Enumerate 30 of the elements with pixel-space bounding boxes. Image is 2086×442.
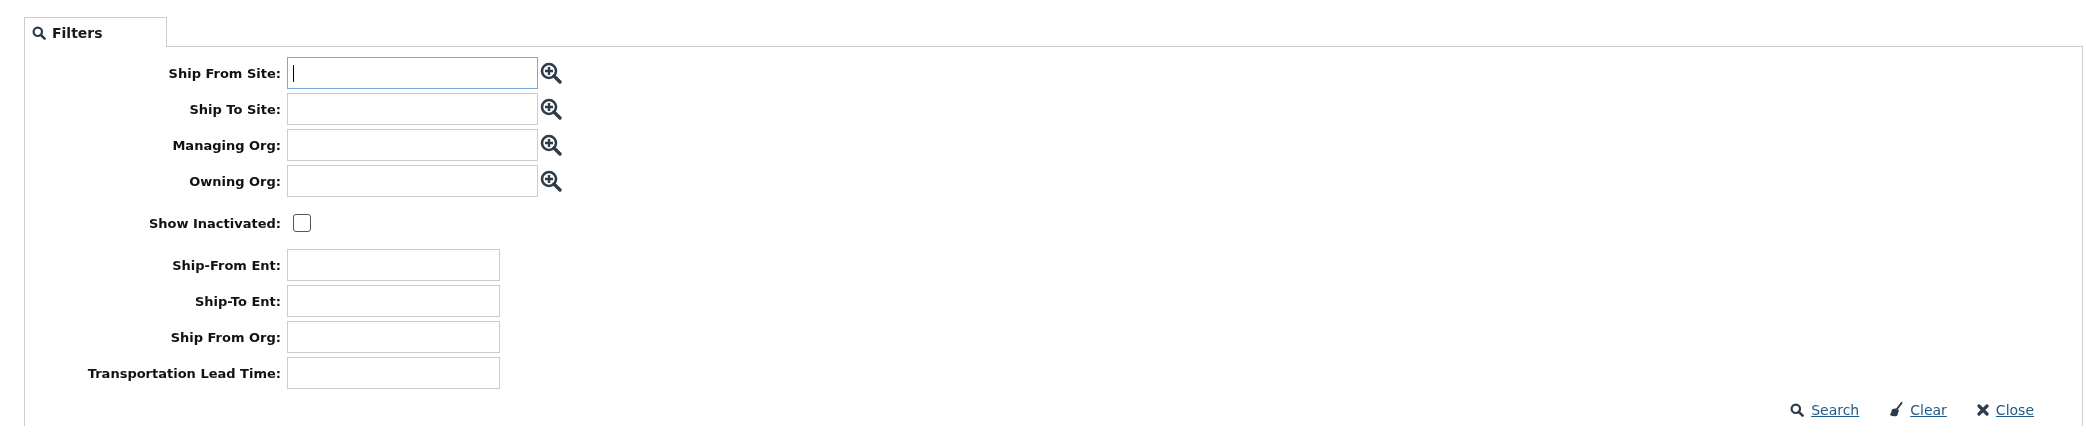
field-label: Ship From Site:: [167, 65, 282, 81]
zoom-in-icon[interactable]: [540, 134, 562, 156]
field-label: Ship To Site:: [188, 101, 282, 117]
field-label: Transportation Lead Time:: [86, 365, 282, 381]
field-label: Show Inactivated:: [147, 215, 282, 231]
input-field[interactable]: [287, 93, 538, 125]
input-field[interactable]: [287, 285, 500, 317]
close-icon[interactable]: [1976, 404, 1989, 416]
search-icon: [32, 25, 46, 40]
input-field[interactable]: [287, 129, 538, 161]
filters-tab[interactable]: Filters: [24, 17, 167, 47]
input-field[interactable]: [287, 357, 500, 389]
zoom-in-icon[interactable]: [540, 98, 562, 120]
zoom-in-icon[interactable]: [540, 170, 562, 192]
field-label: Ship-From Ent:: [171, 257, 282, 273]
action-link[interactable]: Search: [1811, 402, 1860, 418]
field-label: Owning Org:: [188, 173, 282, 189]
input-field[interactable]: [287, 321, 500, 353]
action-link[interactable]: Clear: [1910, 402, 1947, 418]
input-field[interactable]: [287, 57, 538, 89]
checkbox[interactable]: [293, 214, 311, 232]
broom-icon[interactable]: [1889, 402, 1904, 418]
search-icon[interactable]: [1790, 403, 1805, 417]
zoom-in-icon[interactable]: [540, 62, 562, 84]
action-link[interactable]: Close: [1995, 402, 2034, 418]
field-label: Ship-To Ent:: [194, 293, 282, 309]
input-field[interactable]: [287, 165, 538, 197]
field-label: Managing Org:: [171, 137, 282, 153]
field-label: Ship From Org:: [169, 329, 282, 345]
input-field[interactable]: [287, 249, 500, 281]
